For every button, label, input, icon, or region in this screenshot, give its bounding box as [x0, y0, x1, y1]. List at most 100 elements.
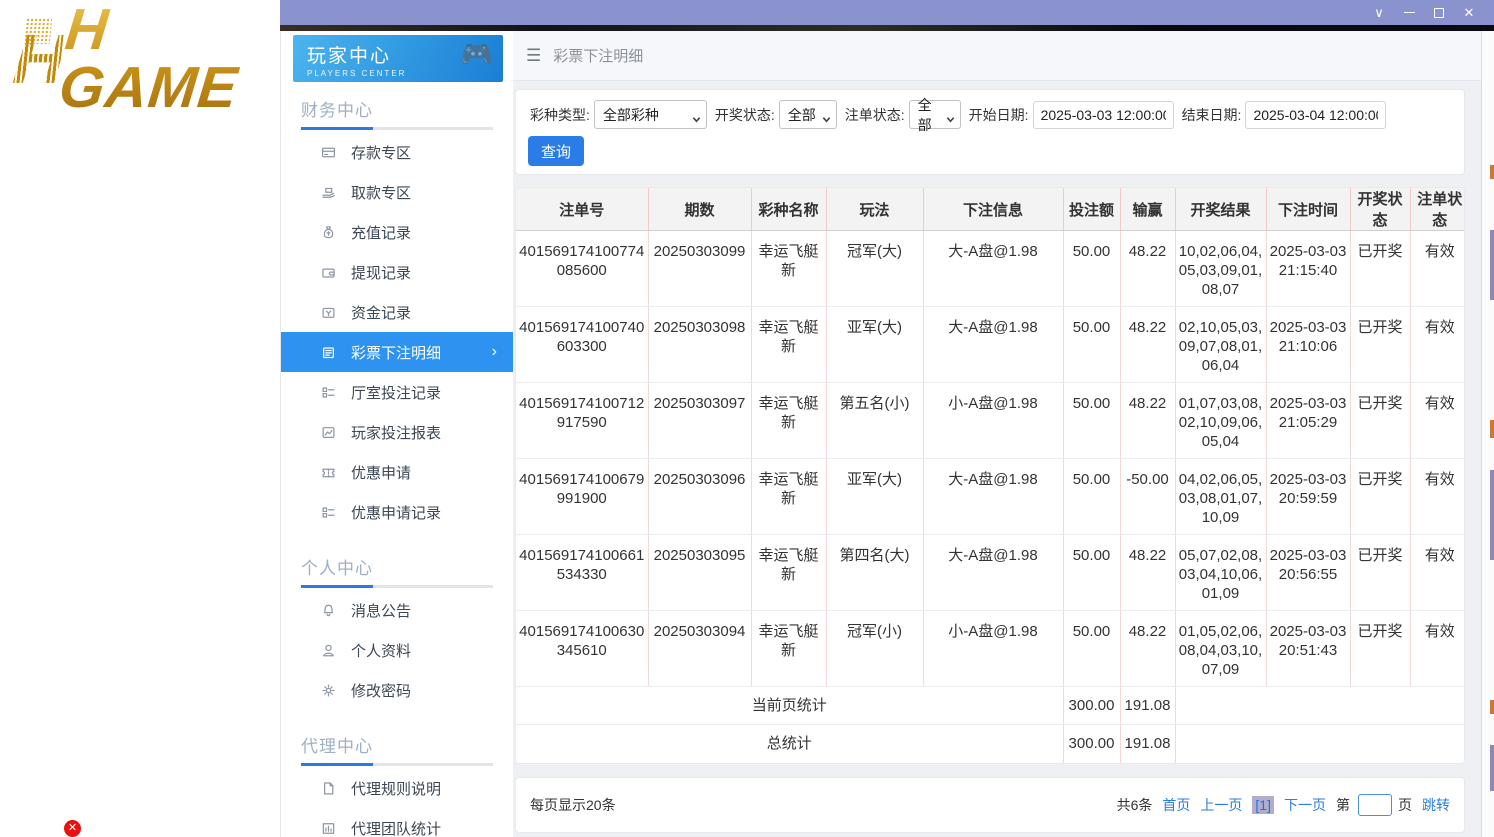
sidebar-item-label: 玩家投注报表: [351, 424, 442, 442]
person-icon: [321, 642, 337, 658]
table-cell: 已开奖: [1350, 382, 1411, 459]
wallet-icon: [321, 264, 337, 280]
query-button[interactable]: 查询: [528, 136, 584, 166]
stats-icon: [321, 820, 337, 836]
table-cell: 50.00: [1063, 382, 1121, 459]
sidebar-item-lottery-bet-details[interactable]: 彩票下注明细 ›: [281, 332, 513, 372]
table-cell: 05,07,02,08,03,04,10,06,01,09: [1175, 534, 1267, 611]
table-cell: 有效: [1410, 534, 1464, 611]
sidebar-item-profile[interactable]: 个人资料: [281, 630, 513, 670]
card-icon: [321, 144, 337, 160]
table-cell: 48.22: [1120, 230, 1176, 307]
page-title: 彩票下注明细: [553, 48, 644, 65]
lottery-type-select[interactable]: 全部彩种: [593, 100, 707, 129]
table-cell: 2025-03-03 20:59:59: [1266, 458, 1351, 535]
sidebar-item-change-password[interactable]: 修改密码: [281, 670, 513, 710]
table-cell: 有效: [1410, 382, 1464, 459]
hamburger-icon[interactable]: ☰: [526, 46, 541, 66]
sidebar-item-recharge-records[interactable]: 充值记录: [281, 212, 513, 252]
minimize-icon: [1403, 12, 1415, 13]
table-cell: 20250303096: [648, 458, 752, 535]
summary-row: 当前页统计 300.00 191.08: [516, 686, 1464, 725]
sidebar-item-label: 资金记录: [351, 304, 412, 322]
summary-empty: [1175, 686, 1464, 725]
bell-icon: [321, 602, 337, 618]
draw-status-value: 全部: [787, 106, 816, 123]
jump-button[interactable]: 跳转: [1422, 795, 1450, 815]
main-content: ☰ 彩票下注明细 彩种类型: 全部彩种 开奖状态: 全部 注单状态: 全部 开始…: [513, 31, 1482, 837]
sidebar-item-player-bet-report[interactable]: 玩家投注报表: [281, 412, 513, 452]
section-underline: [301, 763, 493, 766]
sidebar: 玩家中心 PLAYERS CENTER 🎮 财务中心 存款专区 取款专区 充值记录 提现…: [280, 31, 513, 837]
sidebar-item-withdraw-zone[interactable]: 取款专区: [281, 172, 513, 212]
maximize-button[interactable]: [1424, 2, 1454, 24]
sidebar-item-fund-records[interactable]: 资金记录: [281, 292, 513, 332]
start-date-input[interactable]: [1032, 100, 1174, 129]
sidebar-item-label: 存款专区: [351, 144, 412, 162]
sidebar-item-label: 优惠申请: [351, 464, 412, 482]
coupon-icon: [321, 464, 337, 480]
table-cell: 幸运飞艇新: [751, 534, 827, 611]
current-page-indicator[interactable]: [1]: [1252, 795, 1274, 814]
hand-money-icon: [321, 184, 337, 200]
table-cell: 2025-03-03 20:56:55: [1266, 534, 1351, 611]
report-icon: [321, 424, 337, 440]
total-count-text: 共6条: [1116, 796, 1153, 813]
column-header: 开奖结果: [1175, 188, 1267, 231]
sidebar-item-promo-apply-records[interactable]: 优惠申请记录: [281, 492, 513, 532]
sidebar-item-messages[interactable]: 消息公告: [281, 590, 513, 630]
doc-icon: [321, 780, 337, 796]
table-cell: 401569174100774085600: [516, 230, 649, 307]
scrollbar[interactable]: [1482, 31, 1494, 837]
section-title: 财务中心: [301, 101, 373, 120]
chevron-down-icon[interactable]: ∨: [1364, 2, 1394, 24]
minimize-button[interactable]: [1394, 2, 1424, 24]
table-cell: 已开奖: [1350, 458, 1411, 535]
scrollbar-fleck: [1490, 745, 1494, 791]
order-status-label: 注单状态:: [844, 106, 905, 123]
book-icon: [321, 344, 337, 360]
window-titlebar: ∨ ✕: [280, 0, 1494, 25]
prev-page-link[interactable]: 上一页: [1200, 795, 1242, 815]
section-underline: [301, 127, 493, 130]
table-cell: 50.00: [1063, 230, 1121, 307]
table-cell: 冠军(大): [826, 230, 924, 307]
close-button[interactable]: ✕: [1454, 2, 1484, 24]
bet-table: 注单号 期数 彩种名称 玩法 下注信息 投注额 输赢 开奖结果 下注时间 开奖状态 注单状态 401…: [516, 188, 1464, 763]
table-cell: 大-A盘@1.98: [923, 458, 1064, 535]
draw-status-select[interactable]: 全部: [778, 100, 837, 129]
sidebar-item-label: 提现记录: [351, 264, 412, 282]
jump-prefix-label: 第: [1336, 796, 1350, 813]
table-cell: 401569174100679991900: [516, 458, 649, 535]
summary-winloss-total: 191.08: [1120, 686, 1176, 725]
sidebar-item-label: 厅室投注记录: [351, 384, 442, 402]
sidebar-item-hall-bet-records[interactable]: 厅室投注记录: [281, 372, 513, 412]
table-cell: 有效: [1410, 458, 1464, 535]
close-icon[interactable]: ✕: [64, 820, 81, 837]
hhgame-logo: H H GAME: [10, 0, 281, 120]
next-page-link[interactable]: 下一页: [1284, 795, 1326, 815]
end-date-input[interactable]: [1245, 100, 1387, 129]
table-cell: 20250303094: [648, 610, 752, 687]
start-date-label: 开始日期:: [968, 106, 1029, 123]
sidebar-item-withdraw-records[interactable]: 提现记录: [281, 252, 513, 292]
sidebar-item-promo-apply[interactable]: 优惠申请: [281, 452, 513, 492]
list-icon: [321, 504, 337, 520]
sidebar-item-agent-rules[interactable]: 代理规则说明: [281, 768, 513, 808]
moneybag-icon: [321, 224, 337, 240]
table-row: 401569174100712917590 20250303097 幸运飞艇新 第五名…: [516, 382, 1464, 459]
sidebar-item-deposit-zone[interactable]: 存款专区: [281, 132, 513, 172]
lottery-type-label: 彩种类型:: [530, 106, 590, 123]
sidebar-item-label: 代理团队统计: [351, 820, 442, 837]
fund-icon: [321, 304, 337, 320]
table-cell: 2025-03-03 21:15:40: [1266, 230, 1351, 307]
order-status-select[interactable]: 全部: [908, 97, 961, 133]
sidebar-item-agent-team-stats[interactable]: 代理团队统计: [281, 808, 513, 837]
column-header: 下注信息: [923, 188, 1064, 231]
sidebar-item-label: 消息公告: [351, 602, 412, 620]
first-page-link[interactable]: 首页: [1162, 795, 1190, 815]
sidebar-menu: 财务中心存款专区取款专区 充值记录提现记录资金记录彩票下注明细 › 厅室投注记录 玩家投…: [281, 96, 513, 837]
table-cell: 48.22: [1120, 306, 1176, 383]
jump-page-input[interactable]: [1358, 793, 1392, 816]
table-cell: 亚军(大): [826, 306, 924, 383]
